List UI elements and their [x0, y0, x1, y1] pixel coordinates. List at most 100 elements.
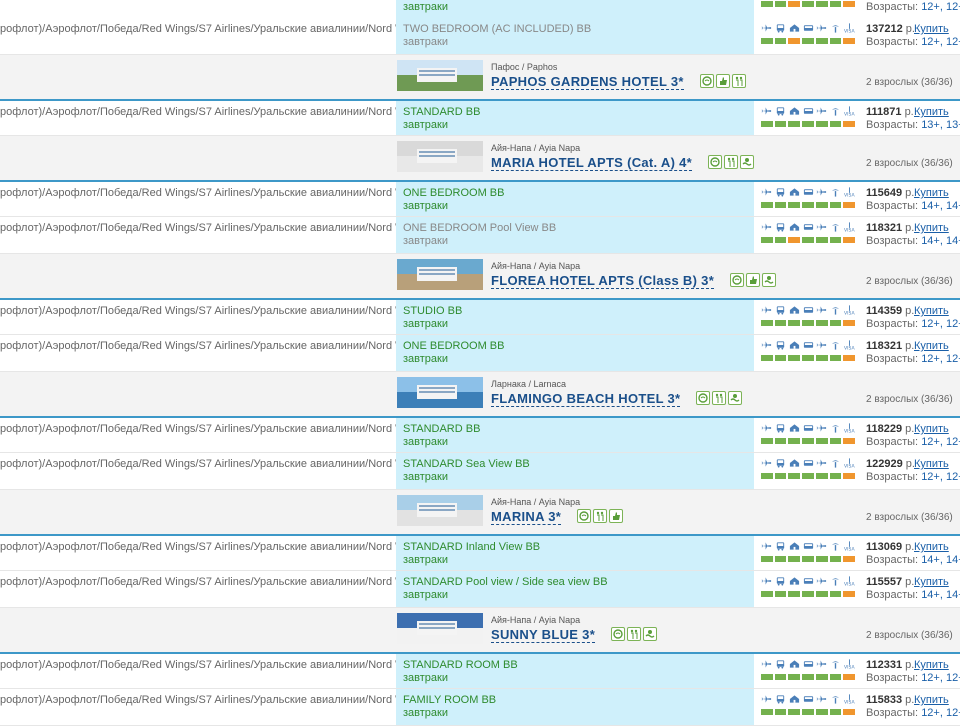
- room-cell: STANDARD BB завтраки: [396, 101, 754, 135]
- ages-link[interactable]: 12+, 12+: [921, 707, 960, 719]
- service-indicators: VISA: [761, 658, 856, 686]
- amenity-icons: [708, 155, 754, 169]
- ages-info: Возрасты: 12+, 12+: [866, 707, 960, 719]
- hotel-photo[interactable]: [397, 377, 483, 408]
- hotel-name-link[interactable]: PAPHOS GARDENS HOTEL 3*: [491, 74, 684, 90]
- hotel-name-link[interactable]: FLAMINGO BEACH HOTEL 3*: [491, 391, 681, 407]
- transfer-icon: [802, 658, 814, 669]
- pool-icon: [728, 391, 742, 405]
- price: 118229 р.: [866, 423, 915, 435]
- service-indicators: VISA: [761, 304, 856, 332]
- buy-button[interactable]: Купить: [914, 423, 949, 435]
- pool-icon: [740, 155, 754, 169]
- meal-label: завтраки: [403, 471, 448, 483]
- pool-icon: [762, 273, 776, 287]
- plane-icon: [761, 693, 773, 704]
- ages-link[interactable]: 14+, 14+: [921, 589, 960, 601]
- airline-list: рофлот)/Аэрофлот/Победа/Red Wings/S7 Air…: [0, 340, 396, 352]
- airline-list: рофлот)/Аэрофлот/Победа/Red Wings/S7 Air…: [0, 106, 396, 118]
- buy-button[interactable]: Купить: [914, 187, 949, 199]
- beach-icon: [611, 627, 625, 641]
- buy-button[interactable]: Купить: [914, 23, 949, 35]
- hotel-icon: [788, 339, 800, 350]
- hotel-icon: [788, 457, 800, 468]
- ages-link[interactable]: 14+, 14+: [921, 554, 960, 566]
- ages-link[interactable]: 14+, 14+: [921, 200, 960, 212]
- transfer-icon: [802, 575, 814, 586]
- buy-button[interactable]: Купить: [914, 222, 949, 234]
- meal-label: завтраки: [403, 672, 448, 684]
- buy-button[interactable]: Купить: [914, 659, 949, 671]
- hotel-photo[interactable]: [397, 495, 483, 526]
- thumbs-up-icon: [746, 273, 760, 287]
- airline-list: рофлот)/Аэрофлот/Победа/Red Wings/S7 Air…: [0, 305, 396, 317]
- price: 114359 р.: [866, 305, 915, 317]
- hotel-photo[interactable]: [397, 60, 483, 91]
- hotel-row: Ларнака / Larnaca FLAMINGO BEACH HOTEL 3*…: [0, 372, 960, 416]
- svg-text:VISA: VISA: [844, 345, 855, 349]
- hotel-photo[interactable]: [397, 141, 483, 172]
- amenity-icons: [730, 273, 776, 287]
- buy-button[interactable]: Купить: [914, 106, 949, 118]
- hotel-icon: [788, 658, 800, 669]
- family-icon: [724, 155, 738, 169]
- airline-list: рофлот)/Аэрофлот/Победа/Red Wings/S7 Air…: [0, 576, 396, 588]
- hotel-row: Айя-Напа / Ayia Napa FLOREA HOTEL APTS (C…: [0, 254, 960, 298]
- bus-icon: [775, 422, 787, 433]
- room-cell: ONE BEDROOM BB завтраки: [396, 335, 754, 371]
- ages-info: Возрасты: 12+, 12+: [866, 353, 960, 365]
- buy-button[interactable]: Купить: [914, 458, 949, 470]
- buy-button[interactable]: Купить: [914, 694, 949, 706]
- hotel-name-link[interactable]: MARINA 3*: [491, 509, 562, 525]
- ages-link[interactable]: 12+, 12+: [921, 672, 960, 684]
- meal-label: завтраки: [403, 589, 448, 601]
- room-name: STANDARD BB: [403, 423, 481, 435]
- hotel-photo[interactable]: [397, 613, 483, 644]
- palm-icon: [830, 575, 842, 586]
- ages-link[interactable]: 12+, 12+: [921, 1, 960, 13]
- hotel-name-link[interactable]: SUNNY BLUE 3*: [491, 627, 596, 643]
- ages-info: Возрасты: 14+, 14+: [866, 554, 960, 566]
- hotel-name-link[interactable]: MARIA HOTEL APTS (Cat. A) 4*: [491, 155, 693, 171]
- price: 113069 р.: [866, 541, 915, 553]
- ages-link[interactable]: 12+, 12+: [921, 471, 960, 483]
- hotel-photo[interactable]: [397, 259, 483, 290]
- room-name: STANDARD Inland View BB: [403, 541, 541, 553]
- room-name: STANDARD Sea View BB: [403, 458, 530, 470]
- ages-link[interactable]: 12+, 12+: [921, 436, 960, 448]
- buy-button[interactable]: Купить: [914, 305, 949, 317]
- price: 137212 р.: [866, 23, 915, 35]
- ages-link[interactable]: 12+, 12+: [921, 353, 960, 365]
- service-indicators: VISA: [761, 221, 856, 249]
- price: 111871 р.: [866, 106, 914, 118]
- partial-room-row: завтраки Возрасты: 12+, 12+: [0, 0, 960, 18]
- room-row: рофлот)/Аэрофлот/Победа/Red Wings/S7 Air…: [0, 18, 960, 55]
- room-cell: STANDARD Pool view / Side sea view BB зав…: [396, 571, 754, 607]
- plane-icon: [816, 304, 828, 315]
- service-indicators: VISA: [761, 186, 856, 214]
- ages-link[interactable]: 14+, 14+: [921, 235, 960, 247]
- palm-icon: [830, 339, 842, 350]
- buy-button[interactable]: Купить: [914, 541, 949, 553]
- visa-icon: VISA: [843, 540, 855, 551]
- palm-icon: [830, 186, 842, 197]
- room-row: рофлот)/Аэрофлот/Победа/Red Wings/S7 Air…: [0, 689, 960, 726]
- buy-button[interactable]: Купить: [914, 340, 949, 352]
- ages-info: Возрасты: 12+, 12+: [866, 672, 960, 684]
- palm-icon: [830, 540, 842, 551]
- plane-icon: [816, 186, 828, 197]
- transfer-icon: [802, 422, 814, 433]
- meal-label: завтраки: [403, 119, 448, 131]
- family-icon: [627, 627, 641, 641]
- plane-icon: [761, 422, 773, 433]
- airline-list: рофлот)/Аэрофлот/Победа/Red Wings/S7 Air…: [0, 694, 396, 706]
- ages-link[interactable]: 13+, 13+: [921, 119, 960, 131]
- hotel-name-link[interactable]: FLOREA HOTEL APTS (Class B) 3*: [491, 273, 715, 289]
- bus-icon: [775, 22, 787, 33]
- buy-button[interactable]: Купить: [914, 576, 949, 588]
- ages-link[interactable]: 12+, 12+: [921, 36, 960, 48]
- amenity-icons: [696, 391, 742, 405]
- airline-list: рофлот)/Аэрофлот/Победа/Red Wings/S7 Air…: [0, 187, 396, 199]
- bus-icon: [775, 221, 787, 232]
- ages-link[interactable]: 12+, 12+: [921, 318, 960, 330]
